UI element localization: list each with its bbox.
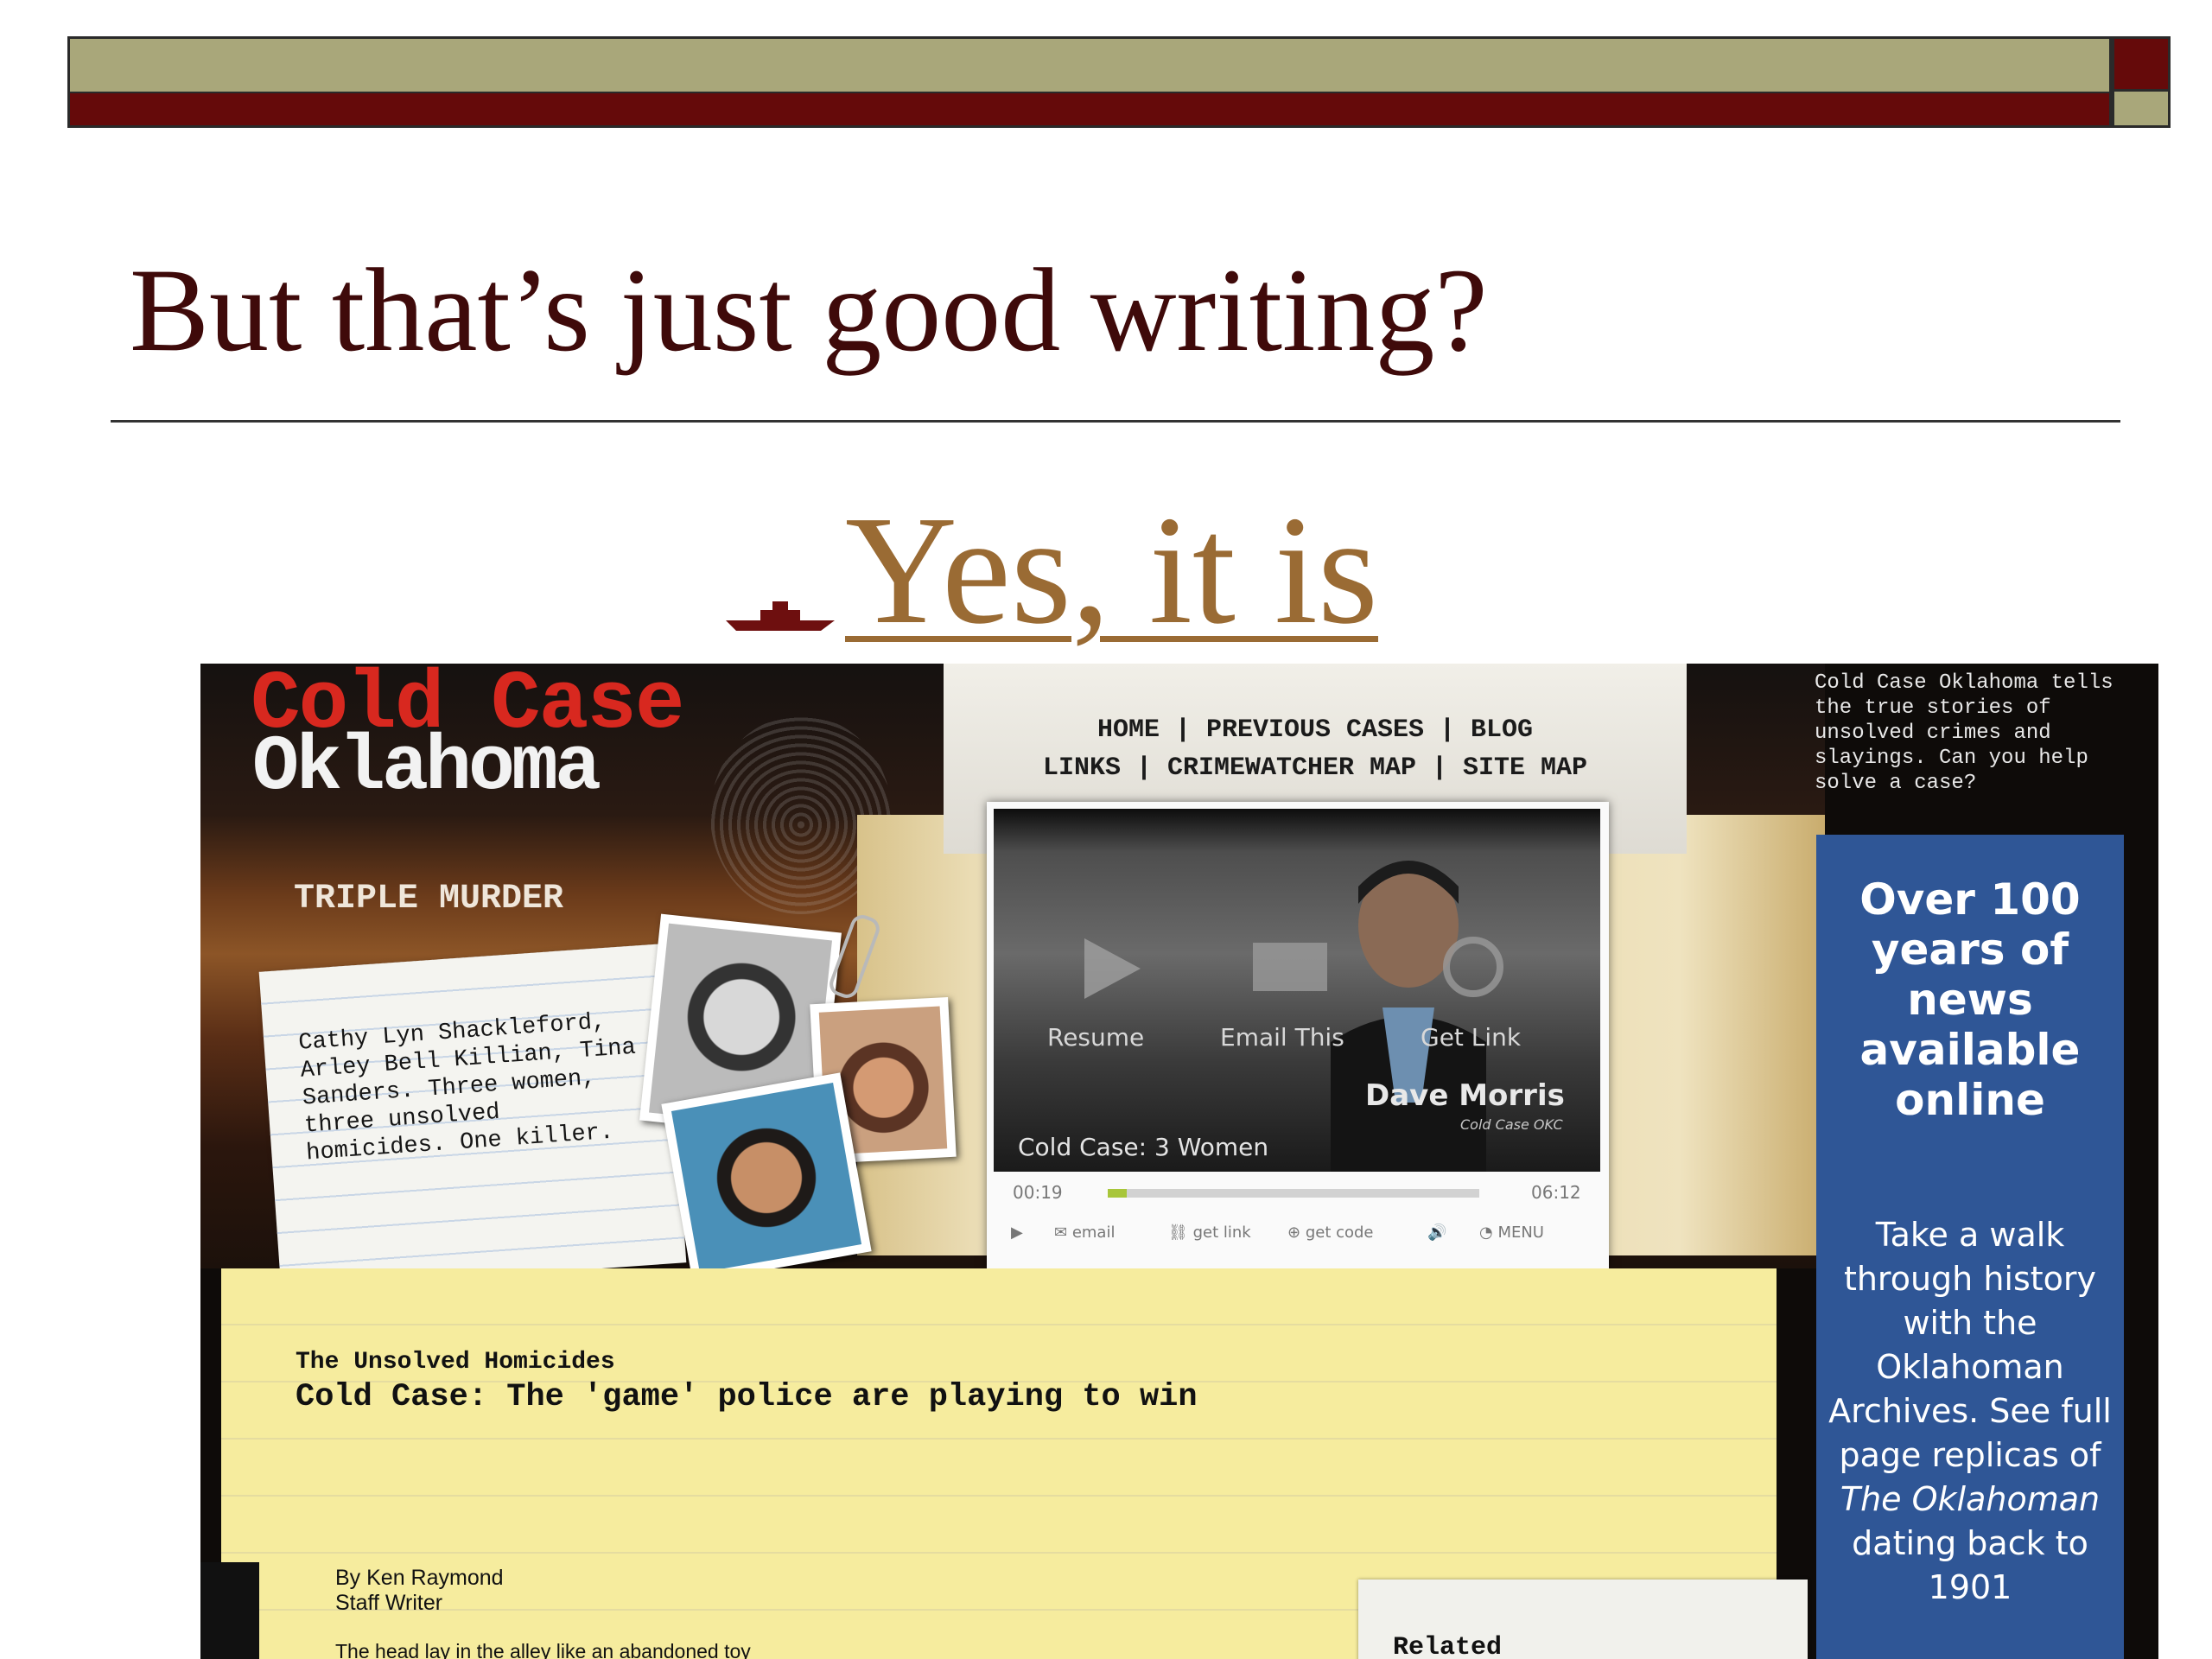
play-control-icon[interactable]: ▶ — [1011, 1224, 1023, 1242]
victim-photo-3 — [661, 1072, 872, 1283]
corner-square-olive — [2112, 92, 2171, 128]
feature-label: TRIPLE MURDER — [294, 880, 564, 918]
play-icon[interactable] — [1076, 934, 1145, 1003]
video-frame[interactable]: Resume Email This Get Link Dave Morris C… — [994, 809, 1600, 1172]
get-link-control[interactable]: ⛓ get link — [1168, 1224, 1251, 1242]
ad-body-part-2: dating back to 1901 — [1852, 1524, 2088, 1606]
time-current: 00:19 — [1013, 1182, 1063, 1203]
header-bar-olive — [67, 36, 2112, 92]
ad-body-publication: The Oklahoman — [1840, 1480, 2101, 1518]
title-divider — [111, 420, 2120, 423]
byline-name: By Ken Raymond — [335, 1566, 504, 1590]
video-title: Cold Case: 3 Women — [1018, 1133, 1269, 1161]
left-gutter — [200, 1562, 259, 1659]
menu-wheel-icon: ◔ — [1479, 1224, 1498, 1242]
header-bar-maroon — [67, 92, 2112, 128]
presenter-caption: Cold Case OKC — [1460, 1116, 1563, 1133]
email-this-button[interactable]: Email This — [1220, 1023, 1344, 1052]
get-link-control-label: get link — [1192, 1224, 1251, 1242]
progress-bar[interactable] — [1108, 1189, 1479, 1198]
site-about-text: Cold Case Oklahoma tells the true storie… — [1815, 671, 2113, 795]
link-icon[interactable] — [1443, 937, 1503, 997]
nav-row-2[interactable]: LINKS | CRIMEWATCHER MAP | SITE MAP — [944, 753, 1687, 783]
resume-button[interactable]: Resume — [1047, 1023, 1144, 1052]
chain-icon: ⛓ — [1168, 1224, 1193, 1242]
ad-headline: Over 100 years of news available online — [1859, 874, 2081, 1125]
video-player[interactable]: Resume Email This Get Link Dave Morris C… — [987, 802, 1609, 1268]
email-control-icon: ✉ — [1054, 1224, 1072, 1242]
get-code-control-label: get code — [1305, 1224, 1374, 1242]
email-control[interactable]: ✉ email — [1054, 1224, 1115, 1242]
article-kicker: The Unsolved Homicides — [296, 1349, 615, 1376]
boat-bullet-icon — [726, 601, 835, 631]
menu-control[interactable]: ◔ MENU — [1479, 1224, 1544, 1242]
victim-note-text: Cathy Lyn Shackleford, Arley Bell Killia… — [297, 1009, 637, 1167]
progress-fill — [1108, 1189, 1127, 1198]
slide-title: But that’s just good writing? — [130, 244, 1488, 376]
code-icon: ⊕ — [1287, 1224, 1306, 1242]
subtitle-link[interactable]: Yes, it is — [845, 493, 1378, 648]
corner-square-maroon — [2112, 36, 2171, 92]
get-code-control[interactable]: ⊕ get code — [1287, 1224, 1374, 1242]
email-icon[interactable] — [1253, 943, 1327, 991]
logo-oklahoma[interactable]: Oklahoma — [252, 729, 601, 807]
byline-role: Staff Writer — [335, 1591, 443, 1615]
menu-control-label: MENU — [1497, 1224, 1544, 1242]
presenter-name: Dave Morris — [1365, 1078, 1565, 1113]
volume-icon[interactable]: 🔊 — [1427, 1224, 1446, 1242]
related-box: Related — [1358, 1580, 1808, 1659]
related-heading: Related — [1393, 1633, 1503, 1659]
article-byline: By Ken Raymond Staff Writer — [335, 1566, 504, 1616]
article-headline[interactable]: Cold Case: The 'game' police are playing… — [296, 1379, 1198, 1415]
victim-note: Cathy Lyn Shackleford, Arley Bell Killia… — [258, 944, 687, 1291]
nav-row-1[interactable]: HOME | PREVIOUS CASES | BLOG — [944, 715, 1687, 745]
article-lede: The head lay in the alley like an abando… — [335, 1640, 751, 1659]
ad-body: Take a walk through history with the Okl… — [1816, 1213, 2124, 1610]
email-control-label: email — [1071, 1224, 1116, 1242]
ad-body-part-1: Take a walk through history with the Okl… — [1828, 1216, 2112, 1474]
archives-ad[interactable]: Over 100 years of news available online … — [1816, 835, 2124, 1659]
website-screenshot: Cold Case Oklahoma HOME | PREVIOUS CASES… — [200, 664, 2158, 1659]
time-total: 06:12 — [1531, 1182, 1581, 1203]
get-link-button[interactable]: Get Link — [1421, 1023, 1521, 1052]
